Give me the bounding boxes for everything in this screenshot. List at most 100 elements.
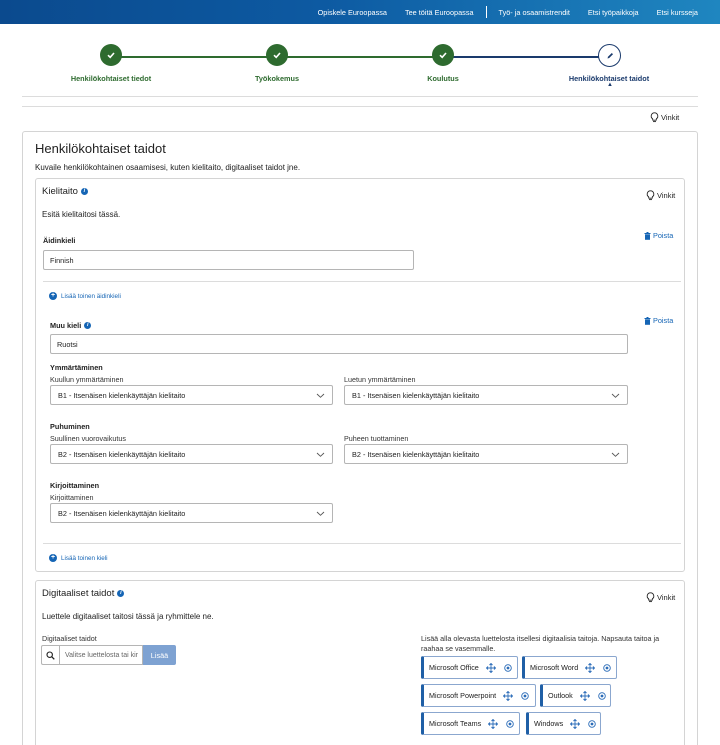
digital-skills-title: Digitaaliset taidot i (42, 588, 125, 599)
trash-icon (644, 316, 651, 325)
writing-label: Kirjoittaminen (50, 493, 94, 502)
section-description: Kuvaile henkilökohtainen osaamisesi, kut… (35, 163, 301, 172)
interaction-label: Suullinen vuorovaikutus (50, 434, 126, 443)
current-step-caret-icon: ▲ (607, 82, 613, 88)
info-icon[interactable]: i (117, 590, 125, 597)
native-language-label: Äidinkieli (43, 236, 76, 245)
section-title: Henkilökohtaiset taidot (35, 141, 166, 156)
writing-heading: Kirjoittaminen (50, 481, 100, 490)
understanding-heading: Ymmärtäminen (50, 363, 103, 372)
reading-select[interactable]: B1 - Itsenäisen kielenkäyttäjän kielitai… (344, 385, 628, 405)
chevron-down-icon (611, 393, 620, 398)
step-2-label[interactable]: Työkokemus (197, 74, 357, 83)
skill-chip-outlook[interactable]: Outlook (540, 684, 611, 707)
plus-circle-icon: + (49, 554, 57, 562)
reading-value: B1 - Itsenäisen kielenkäyttäjän kielitai… (352, 390, 480, 400)
info-icon[interactable]: i (80, 188, 88, 195)
step-1-check-icon[interactable] (100, 44, 122, 66)
digital-intro: Luettele digitaaliset taitosi tässä ja r… (42, 612, 214, 621)
step-4-pencil-icon[interactable] (598, 44, 621, 67)
divider (22, 106, 698, 107)
stepper-connector (111, 56, 277, 58)
remove-circle-icon[interactable] (506, 719, 514, 728)
nav-link-study[interactable]: Opiskele Euroopassa (318, 8, 387, 17)
language-tips-link[interactable]: Vinkit (646, 190, 675, 201)
nav-link-jobs[interactable]: Etsi työpaikkoja (588, 8, 639, 17)
nav-link-work[interactable]: Tee töitä Euroopassa (405, 8, 474, 17)
step-1-label[interactable]: Henkilökohtaiset tiedot (31, 74, 191, 83)
remove-circle-icon[interactable] (504, 663, 512, 672)
stepper-connector (443, 56, 609, 58)
skill-chip-microsoft-word[interactable]: Microsoft Word (522, 656, 617, 679)
chevron-down-icon (316, 511, 325, 516)
delete-label: Poista (653, 231, 674, 240)
nav-separator (485, 6, 487, 18)
lightbulb-icon (646, 190, 655, 201)
divider (22, 96, 698, 97)
nav-link-courses[interactable]: Etsi kursseja (657, 8, 698, 17)
divider (43, 281, 681, 282)
production-label: Puheen tuottaminen (344, 434, 409, 443)
progress-stepper: Henkilökohtaiset tiedot Työkokemus Koulu… (0, 44, 720, 94)
step-3-label[interactable]: Koulutus (363, 74, 523, 83)
language-skills-title: Kielitaito i (42, 186, 88, 197)
move-arrows-icon[interactable] (503, 690, 514, 701)
chevron-down-icon (611, 452, 620, 457)
move-arrows-icon[interactable] (585, 662, 596, 673)
digital-tips-link[interactable]: Vinkit (646, 592, 675, 603)
skill-chip-label: Microsoft Word (530, 663, 579, 672)
add-language-label: Lisää toinen kieli (61, 554, 108, 562)
skill-chip-label: Windows (534, 719, 564, 728)
remove-circle-icon[interactable] (521, 691, 529, 700)
language-skills-heading: Kielitaito (42, 186, 78, 197)
move-arrows-icon[interactable] (579, 690, 590, 701)
info-icon[interactable]: i (84, 322, 92, 329)
listening-label: Kuullun ymmärtäminen (50, 375, 124, 384)
skill-chip-windows[interactable]: Windows (526, 712, 601, 735)
writing-select[interactable]: B2 - Itsenäisen kielenkäyttäjän kielitai… (50, 503, 333, 523)
skill-chip-microsoft-teams[interactable]: Microsoft Teams (421, 712, 520, 735)
remove-circle-icon[interactable] (588, 719, 596, 728)
listening-select[interactable]: B1 - Itsenäisen kielenkäyttäjän kielitai… (50, 385, 333, 405)
skill-chip-label: Microsoft Teams (429, 719, 482, 728)
trash-icon (644, 231, 651, 240)
native-language-input[interactable]: Finnish (43, 250, 414, 270)
interaction-select[interactable]: B2 - Itsenäisen kielenkäyttäjän kielitai… (50, 444, 333, 464)
add-digital-skill-button[interactable]: Lisää (143, 645, 176, 665)
tips-link[interactable]: Vinkit (650, 112, 679, 123)
skill-chip-microsoft-powerpoint[interactable]: Microsoft Powerpoint (421, 684, 536, 707)
chevron-down-icon (316, 393, 325, 398)
skill-chip-microsoft-office[interactable]: Microsoft Office (421, 656, 518, 679)
step-2-check-icon[interactable] (266, 44, 288, 66)
remove-circle-icon[interactable] (603, 663, 611, 672)
nav-link-trends[interactable]: Työ- ja osaamistrendit (499, 8, 570, 17)
delete-native-language-button[interactable]: Poista (644, 231, 673, 240)
production-select[interactable]: B2 - Itsenäisen kielenkäyttäjän kielitai… (344, 444, 628, 464)
plus-circle-icon: + (49, 292, 57, 300)
writing-value: B2 - Itsenäisen kielenkäyttäjän kielitai… (58, 508, 186, 518)
add-language-link[interactable]: + Lisää toinen kieli (49, 554, 108, 562)
digital-skills-help-text: Lisää alla olevasta luettelosta itselles… (421, 634, 660, 653)
move-arrows-icon[interactable] (485, 662, 496, 673)
listening-value: B1 - Itsenäisen kielenkäyttäjän kielitai… (58, 390, 186, 400)
other-language-label: Muu kieli i (50, 321, 92, 330)
remove-circle-icon[interactable] (598, 691, 606, 700)
other-language-input[interactable]: Ruotsi (50, 334, 628, 354)
search-icon (41, 645, 59, 665)
production-value: B2 - Itsenäisen kielenkäyttäjän kielitai… (352, 449, 480, 459)
other-language-label-text: Muu kieli (50, 321, 82, 330)
move-arrows-icon[interactable] (488, 718, 499, 729)
top-navigation-bar: Opiskele Euroopassa Tee töitä Euroopassa… (0, 0, 720, 24)
add-native-language-link[interactable]: + Lisää toinen äidinkieli (49, 292, 121, 300)
delete-label: Poista (653, 316, 674, 325)
tips-label: Vinkit (661, 113, 680, 122)
digital-skills-input[interactable]: Valitse luettelosta tai kir (59, 645, 143, 665)
speaking-heading: Puhuminen (50, 422, 90, 431)
move-arrows-icon[interactable] (570, 718, 581, 729)
step-3-check-icon[interactable] (432, 44, 454, 66)
divider (43, 543, 681, 544)
delete-other-language-button[interactable]: Poista (644, 316, 673, 325)
skill-chip-label: Microsoft Powerpoint (429, 691, 497, 700)
language-intro: Esitä kielitaitosi tässä. (42, 210, 121, 219)
skill-chip-label: Outlook (548, 691, 573, 700)
